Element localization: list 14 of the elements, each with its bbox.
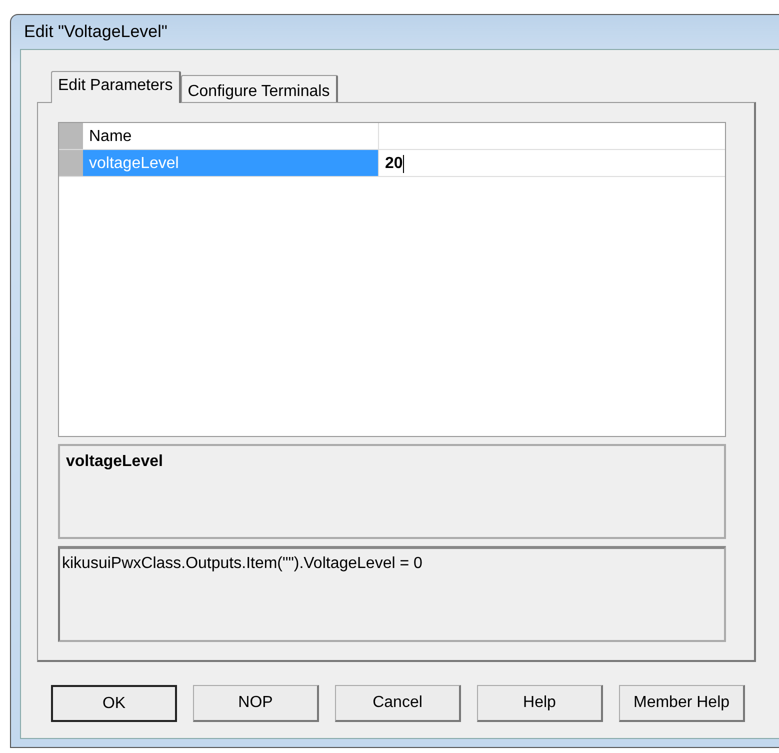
tab[interactable]: Edit Parameters: [51, 71, 181, 103]
dialog-button[interactable]: OK: [51, 685, 177, 722]
value-input[interactable]: 20: [379, 150, 725, 176]
dialog-button[interactable]: NOP: [193, 685, 319, 722]
tab[interactable]: Configure Terminals: [180, 75, 338, 102]
code-preview: kikusuiPwxClass.Outputs.Item("").VoltageLevel = 0: [58, 546, 726, 642]
window-title: Edit "VoltageLevel": [24, 21, 168, 44]
parameter-name-cell[interactable]: Name: [83, 123, 379, 149]
description-panel: voltageLevel: [58, 444, 726, 539]
dialog-button[interactable]: Help: [477, 685, 603, 722]
row-header[interactable]: [59, 123, 83, 149]
row-header[interactable]: [59, 150, 83, 176]
dialog-button[interactable]: Cancel: [335, 685, 461, 722]
dialog-button[interactable]: Member Help: [619, 685, 745, 722]
